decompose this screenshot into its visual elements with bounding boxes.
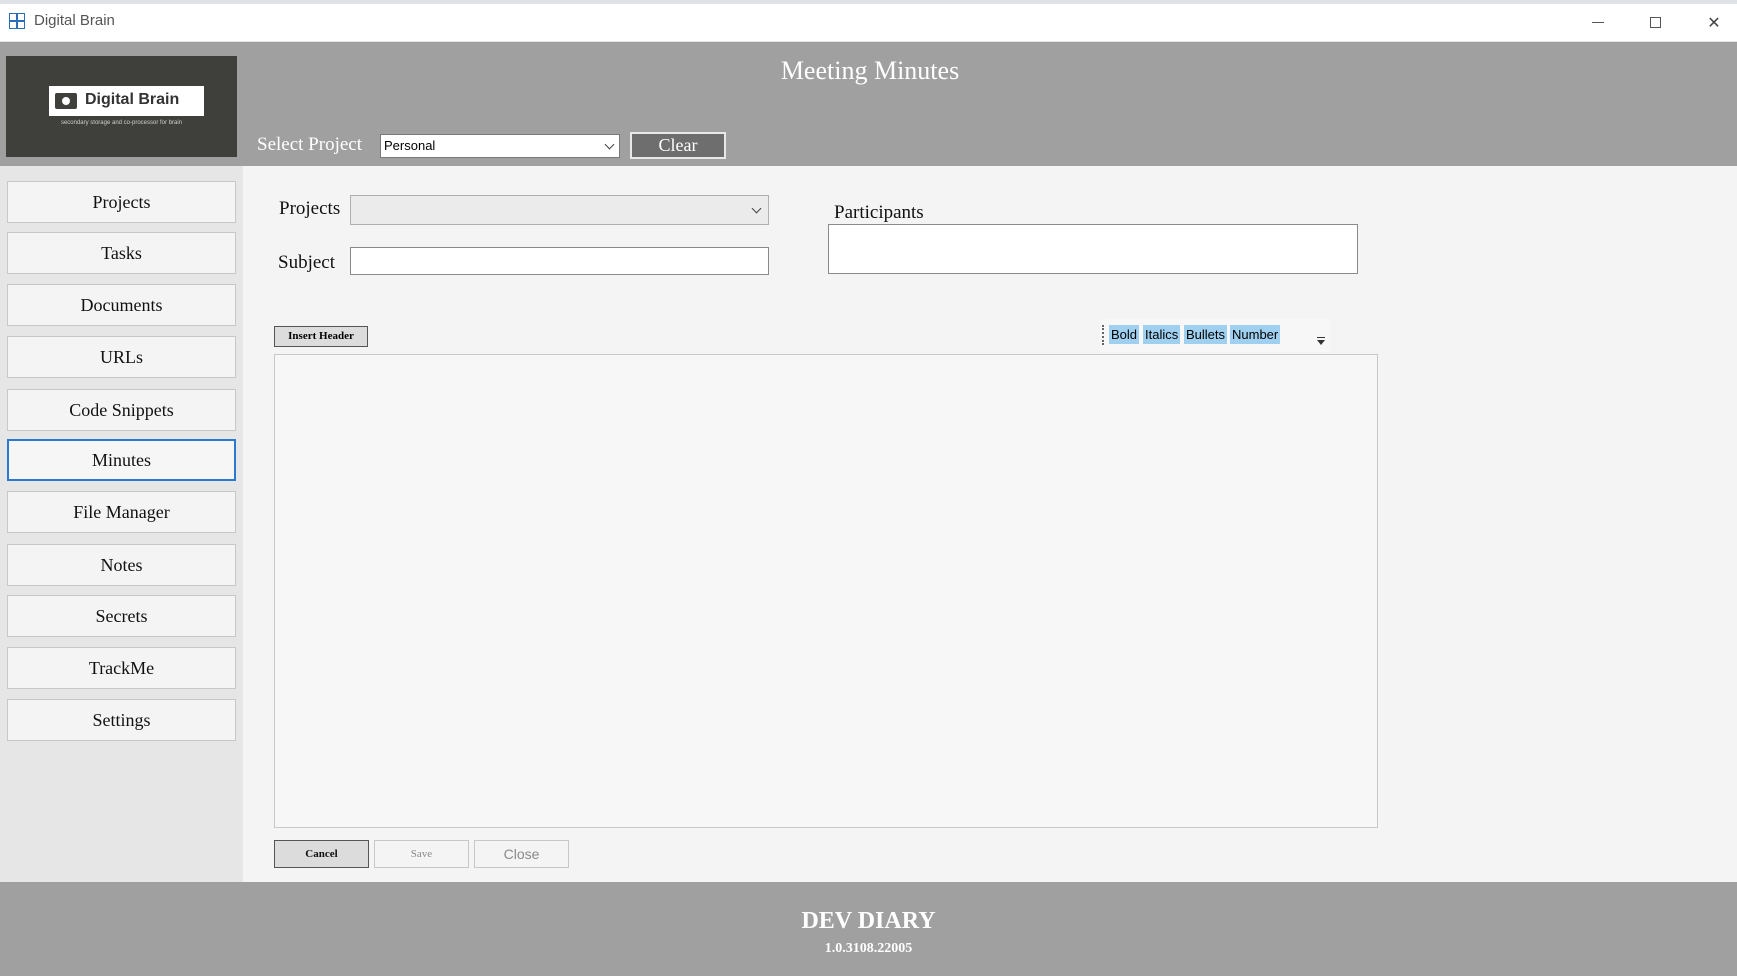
logo: Digital Brain secondary storage and co-p… [6,56,237,157]
participants-field[interactable] [828,224,1358,274]
bold-button[interactable]: Bold [1109,325,1140,344]
sidebar-item-documents[interactable]: Documents [7,284,236,326]
window-titlebar: Digital Brain ✕ [0,4,1737,42]
footer: DEV DIARY 1.0.3108.22005 [0,882,1737,976]
insert-header-button[interactable]: Insert Header [274,326,368,347]
footer-title: DEV DIARY [801,908,936,934]
sidebar-item-settings[interactable]: Settings [7,699,236,741]
header-band: Digital Brain secondary storage and co-p… [0,42,1737,166]
italics-button[interactable]: Italics [1143,325,1181,344]
select-project-label: Select Project [257,134,362,155]
logo-badge: Digital Brain [49,86,204,116]
window-title: Digital Brain [34,12,115,29]
select-project-value: Personal [384,138,436,153]
number-button[interactable]: Number [1230,325,1281,344]
bullets-button[interactable]: Bullets [1184,325,1228,344]
sidebar-item-file-manager[interactable]: File Manager [7,491,236,533]
minimize-icon[interactable] [1575,4,1621,41]
projects-combobox[interactable] [350,195,769,225]
close-button[interactable]: Close [474,840,569,868]
maximize-icon[interactable] [1633,4,1679,41]
formatting-toolbar: Bold Italics Bullets Number [1100,319,1330,352]
subject-label: Subject [278,252,335,273]
sidebar-item-notes[interactable]: Notes [7,544,236,586]
chevron-down-icon [604,139,615,150]
select-project-dropdown[interactable]: Personal [380,134,620,158]
subject-input[interactable] [350,247,769,275]
sidebar-item-secrets[interactable]: Secrets [7,595,236,637]
logo-tagline: secondary storage and co-processor for b… [60,120,183,126]
close-icon[interactable]: ✕ [1691,4,1737,41]
sidebar-item-code-snippets[interactable]: Code Snippets [7,389,236,431]
toolbar-overflow-icon[interactable] [1317,337,1325,345]
sidebar-item-minutes[interactable]: Minutes [7,439,236,481]
sidebar-item-trackme[interactable]: TrackMe [7,647,236,689]
chevron-down-icon [751,203,762,214]
app-icon [9,13,25,29]
minutes-editor[interactable] [274,354,1378,828]
version-label: 1.0.3108.22005 [824,941,913,956]
page-title: Meeting Minutes [780,56,960,85]
sidebar-item-projects[interactable]: Projects [7,181,236,223]
participants-label: Participants [834,202,924,223]
sidebar: Projects Tasks Documents URLs Code Snipp… [0,166,243,882]
save-button[interactable]: Save [374,840,469,868]
brain-chip-icon [55,93,77,109]
sidebar-item-urls[interactable]: URLs [7,336,236,378]
toolbar-grip-icon[interactable] [1102,325,1106,345]
logo-name: Digital Brain [85,91,180,108]
sidebar-item-tasks[interactable]: Tasks [7,232,236,274]
cancel-button[interactable]: Cancel [274,840,369,868]
clear-button[interactable]: Clear [630,132,726,159]
projects-label: Projects [279,198,341,219]
